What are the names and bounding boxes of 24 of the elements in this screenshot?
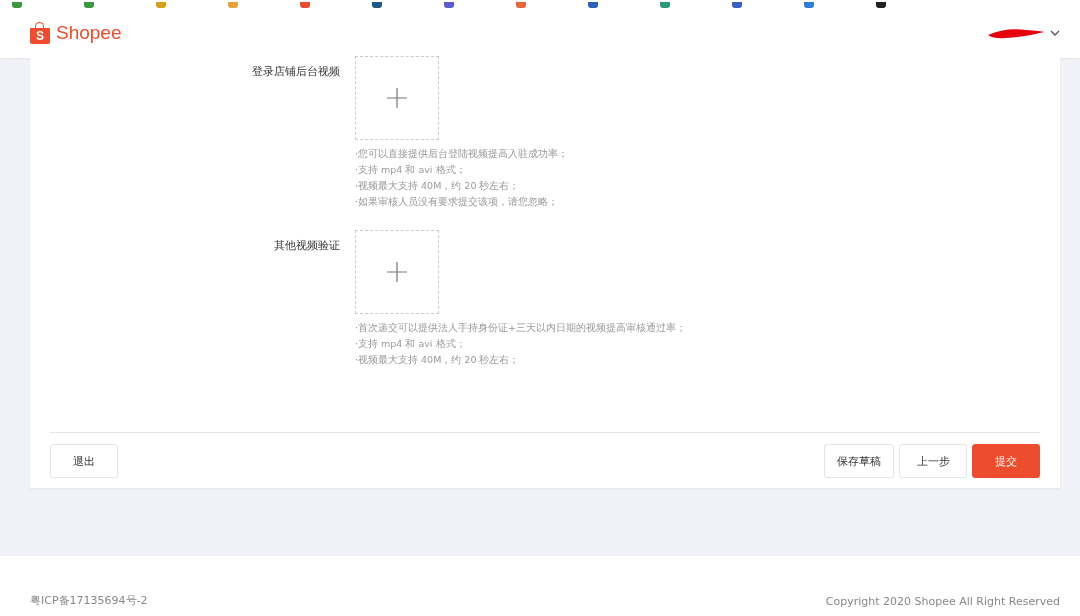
hint-text: ·视频最大支持 40M，约 20 秒左右； [355,353,521,367]
plus-icon [387,262,407,282]
caret-icon[interactable] [1050,30,1060,36]
shopping-bag-logo: S [30,22,50,44]
logo-text: Shopee [56,22,122,44]
copyright-text: Copyright 2020 Shopee All Right Reserved [825,595,1060,608]
action-button[interactable]: 上一步 [899,444,967,478]
upload-box[interactable] [355,56,439,140]
bookmark-icon[interactable] [372,2,382,8]
submit-button[interactable]: 提交 [972,444,1040,478]
exit-button[interactable]: 退出 [50,444,118,478]
field-label: 登录店铺后台视频 [251,64,341,80]
icp-text: 粤ICP备17135694号-2 [30,593,148,608]
hint-text: ·您可以直接提供后台登陆视频提高入驻成功率； [355,147,569,161]
hint-text: ·支持 mp4 和 avi 格式； [355,163,467,177]
hint-text: ·支持 mp4 和 avi 格式； [355,337,467,351]
bookmark-icon[interactable] [876,2,886,8]
upload-box[interactable] [355,230,439,314]
hint-text: ·首次递交可以提供法人手持身份证+三天以内日期的视频提高审核通过率； [355,321,686,335]
hint-text: ·视频最大支持 40M，约 20 秒左右； [355,179,521,193]
plus-icon [387,88,407,108]
field-label: 其他视频验证 [273,238,341,254]
action-button[interactable]: 保存草稿 [824,444,894,478]
hint-text: ·如果审核人员没有要求提交该项，请您忽略； [355,195,560,209]
